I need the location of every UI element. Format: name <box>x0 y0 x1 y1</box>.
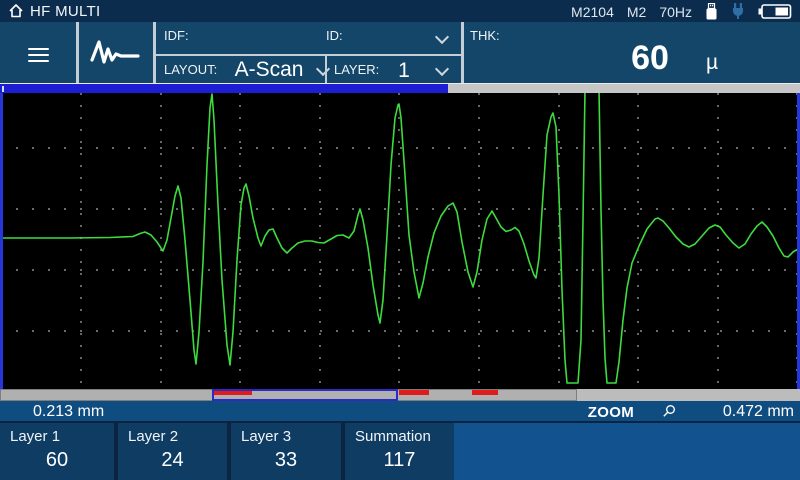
result-cell-layer3[interactable]: Layer 3 33 <box>231 423 341 480</box>
result-value: 117 <box>383 449 416 471</box>
info-bar: 0.213 mm ZOOM 0.472 mm <box>0 401 800 421</box>
zoom-button-label[interactable]: ZOOM <box>588 404 634 421</box>
device-model: M2104 <box>571 4 614 20</box>
app-title: HF MULTI <box>30 3 101 20</box>
plug-icon <box>733 3 743 19</box>
id-label: ID: <box>326 28 343 43</box>
layer-label: LAYER: <box>334 62 380 77</box>
buffer-progress-bar <box>0 83 800 93</box>
device-info: M2104 M2 70Hz <box>571 4 692 20</box>
result-cell-layer2[interactable]: Layer 2 24 <box>118 423 227 480</box>
menu-button[interactable] <box>0 22 76 83</box>
layer-value[interactable]: 1 <box>388 59 420 83</box>
magnifier-icon[interactable] <box>662 404 676 418</box>
idf-panel: IDF: ID: LAYOUT: A-Scan LAYER: 1 <box>156 22 461 83</box>
thk-label: THK: <box>470 28 500 43</box>
gate-marker <box>472 390 498 395</box>
idf-label: IDF: <box>164 28 189 43</box>
status-icons <box>705 2 792 20</box>
progress-fill <box>0 84 448 93</box>
result-value: 33 <box>274 449 298 471</box>
result-value: 60 <box>45 449 69 471</box>
scrollbar-thumb[interactable] <box>212 389 398 401</box>
thk-unit: µ <box>706 51 719 74</box>
result-label: Layer 3 <box>241 428 292 445</box>
layout-value[interactable]: A-Scan <box>228 58 310 82</box>
status-bar: HF MULTI M2104 M2 70Hz <box>0 0 800 22</box>
layer-dropdown-chevron-icon[interactable] <box>434 61 450 77</box>
results-panel: Layer 1 60 Layer 2 24 Layer 3 33 Summati… <box>0 421 800 480</box>
home-icon <box>9 4 23 18</box>
device-rate: 70Hz <box>659 4 692 20</box>
result-cell-summation[interactable]: Summation 117 <box>345 423 454 480</box>
plot-left-edge <box>0 93 3 389</box>
progress-tick <box>2 85 4 92</box>
separator <box>325 55 327 83</box>
range-start-readout: 0.213 mm <box>33 403 105 420</box>
separator <box>156 54 461 56</box>
result-value: 24 <box>161 449 184 471</box>
waveform-trace <box>0 93 800 384</box>
layout-label: LAYOUT: <box>164 62 218 77</box>
thickness-panel: THK: 60 µ <box>464 22 800 83</box>
result-cell-layer1[interactable]: Layer 1 60 <box>0 423 114 480</box>
usb-icon <box>706 2 717 19</box>
result-label: Layer 2 <box>128 428 179 445</box>
range-scrollbar[interactable] <box>0 389 800 401</box>
layout-dropdown-chevron-icon[interactable] <box>315 61 331 77</box>
id-dropdown-chevron-icon[interactable] <box>434 29 450 45</box>
device-screen: HF MULTI M2104 M2 70Hz IDF: ID: LAYOUT: … <box>0 0 800 480</box>
result-label: Summation <box>355 428 431 445</box>
waveform-icon <box>90 40 140 64</box>
device-mode: M2 <box>626 4 647 20</box>
ascan-plot <box>0 93 800 389</box>
toolbar: IDF: ID: LAYOUT: A-Scan LAYER: 1 THK: 60… <box>0 22 800 83</box>
gate-marker <box>399 390 429 395</box>
thk-value: 60 <box>631 39 669 77</box>
hamburger-icon <box>28 44 49 66</box>
battery-icon <box>758 3 792 19</box>
ascan-view-button[interactable] <box>79 22 153 83</box>
result-label: Layer 1 <box>10 428 61 445</box>
range-end-readout: 0.472 mm <box>722 403 794 420</box>
